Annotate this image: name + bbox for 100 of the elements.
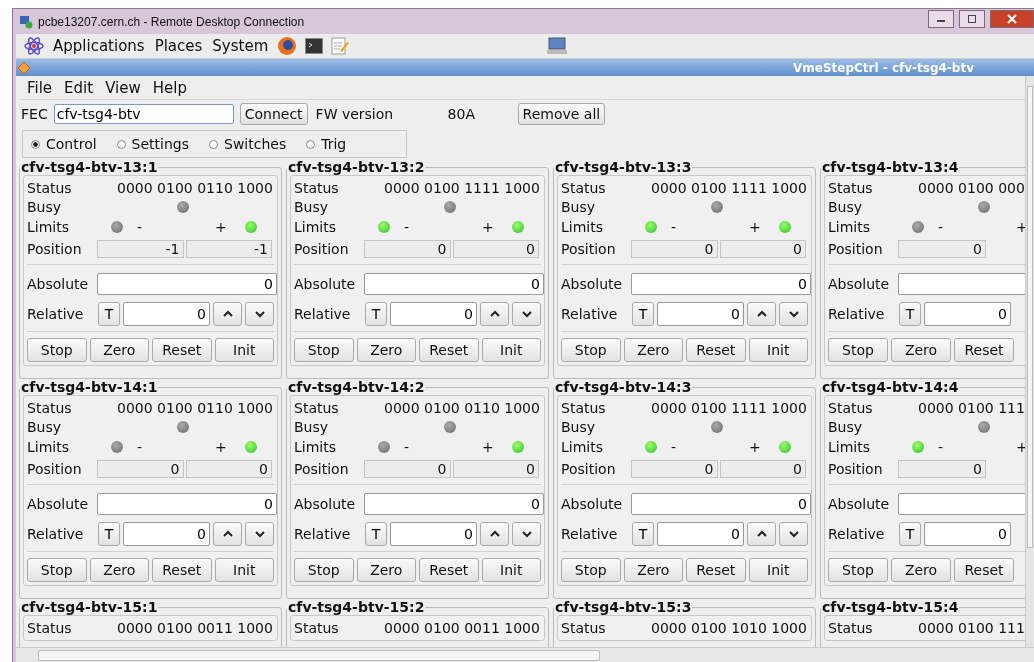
- axis-button[interactable]: Zero: [89, 558, 149, 582]
- menu-item[interactable]: Edit: [64, 78, 94, 97]
- relative-input-field[interactable]: 0: [123, 521, 210, 546]
- toggle-button[interactable]: T: [632, 521, 654, 546]
- menu-item[interactable]: View: [105, 78, 141, 97]
- step-down-button[interactable]: [245, 301, 274, 326]
- axis-button[interactable]: Reset: [152, 558, 212, 582]
- position-field: 0: [719, 459, 806, 478]
- toggle-button[interactable]: T: [98, 521, 120, 546]
- axis-button[interactable]: Stop: [27, 338, 87, 362]
- mode-radio[interactable]: Switches: [209, 136, 287, 152]
- axis-button[interactable]: Reset: [686, 338, 746, 362]
- step-down-button[interactable]: [245, 521, 274, 546]
- axis-button[interactable]: Init: [214, 558, 274, 582]
- axis-button[interactable]: Zero: [623, 558, 683, 582]
- close-icon: [1007, 13, 1017, 24]
- toggle-button[interactable]: T: [365, 301, 387, 326]
- axis-button[interactable]: Zero: [89, 338, 149, 362]
- axis-button[interactable]: Stop: [828, 338, 888, 362]
- relative-input-field[interactable]: 0: [390, 521, 477, 546]
- relative-input-field[interactable]: 0: [657, 301, 744, 326]
- axis-button[interactable]: Init: [481, 338, 541, 362]
- axis-button[interactable]: Zero: [356, 338, 416, 362]
- globe-icon[interactable]: [277, 36, 298, 56]
- status-label: Status: [561, 179, 607, 196]
- limits-label: Limits: [561, 219, 604, 235]
- remove-all-button[interactable]: Remove all: [517, 103, 606, 125]
- panel-menu[interactable]: Applications: [52, 37, 146, 55]
- monitor-icon[interactable]: [547, 37, 568, 55]
- axis-button[interactable]: Stop: [561, 558, 621, 582]
- step-up-button[interactable]: [747, 301, 776, 326]
- position-field: 0: [898, 239, 986, 258]
- axis-button[interactable]: Init: [214, 338, 274, 362]
- toggle-button[interactable]: T: [98, 301, 120, 326]
- axis-button[interactable]: Zero: [891, 558, 951, 582]
- maximize-button[interactable]: [959, 9, 985, 28]
- absolute-input-field[interactable]: [898, 273, 1025, 295]
- connect-button[interactable]: Connect: [239, 103, 308, 125]
- toggle-button[interactable]: T: [899, 301, 921, 326]
- fec-input-field[interactable]: cfv-tsg4-btv: [53, 104, 234, 124]
- axis-button[interactable]: Reset: [686, 558, 746, 582]
- menu-item[interactable]: Help: [152, 78, 187, 97]
- absolute-input-field[interactable]: 0: [364, 273, 544, 295]
- relative-label: Relative: [294, 305, 352, 322]
- step-up-button[interactable]: [480, 301, 509, 326]
- relative-input-field[interactable]: 0: [123, 301, 210, 326]
- relative-input-field[interactable]: 0: [924, 521, 1011, 546]
- vertical-scrollbar[interactable]: [1025, 76, 1034, 647]
- absolute-input-field[interactable]: 0: [631, 493, 811, 515]
- toggle-button[interactable]: T: [899, 521, 921, 546]
- step-up-button[interactable]: [213, 521, 242, 546]
- axis-button[interactable]: Reset: [419, 558, 479, 582]
- step-up-button[interactable]: [747, 521, 776, 546]
- step-down-button[interactable]: [779, 521, 808, 546]
- menu-item[interactable]: File: [27, 78, 53, 97]
- axis-button[interactable]: Reset: [419, 338, 479, 362]
- axis-button[interactable]: Reset: [954, 558, 1014, 582]
- panel-menu[interactable]: Places: [153, 37, 204, 55]
- axis-button[interactable]: Reset: [152, 338, 212, 362]
- axis-button[interactable]: Zero: [623, 338, 683, 362]
- axis-button[interactable]: Stop: [828, 558, 888, 582]
- axis-button[interactable]: Stop: [561, 338, 621, 362]
- plus-sign: +: [749, 439, 759, 455]
- minimize-button[interactable]: [928, 9, 954, 28]
- mode-radio[interactable]: Settings: [116, 136, 190, 152]
- absolute-input-field[interactable]: 0: [97, 273, 277, 295]
- step-down-button[interactable]: [512, 301, 541, 326]
- step-down-button[interactable]: [779, 301, 808, 326]
- absolute-input-field[interactable]: 0: [364, 493, 544, 515]
- step-down-button[interactable]: [512, 521, 541, 546]
- mode-radio[interactable]: Trig: [306, 136, 347, 152]
- caret-up-icon: [755, 529, 768, 538]
- step-up-button[interactable]: [480, 521, 509, 546]
- axis-button[interactable]: Reset: [954, 338, 1014, 362]
- axis-button[interactable]: Stop: [294, 558, 354, 582]
- relative-input-field[interactable]: 0: [390, 301, 477, 326]
- axis-button[interactable]: Stop: [27, 558, 87, 582]
- toggle-button[interactable]: T: [632, 301, 654, 326]
- absolute-input-field[interactable]: 0: [97, 493, 277, 515]
- terminal-icon[interactable]: [305, 38, 324, 54]
- relative-input-field[interactable]: 0: [924, 301, 1011, 326]
- step-up-button[interactable]: [213, 301, 242, 326]
- axis-button[interactable]: Init: [748, 338, 808, 362]
- horizontal-scrollbar[interactable]: [16, 647, 1034, 662]
- absolute-input-field[interactable]: [898, 493, 1025, 515]
- close-button[interactable]: [990, 9, 1034, 28]
- diamond-icon: [18, 61, 30, 74]
- axis-button[interactable]: Zero: [356, 558, 416, 582]
- atom-icon[interactable]: [24, 36, 44, 56]
- absolute-input-field[interactable]: 0: [631, 273, 811, 295]
- axis-button[interactable]: Init: [481, 558, 541, 582]
- axis-button[interactable]: Zero: [891, 338, 951, 362]
- panel-menu[interactable]: System: [211, 37, 270, 55]
- axis-button[interactable]: Init: [748, 558, 808, 582]
- toggle-button[interactable]: T: [365, 521, 387, 546]
- relative-input-field[interactable]: 0: [657, 521, 744, 546]
- status-value: 0000 0100 1111 1000: [384, 179, 540, 196]
- mode-radio[interactable]: Control: [31, 136, 97, 152]
- position-field: 0: [364, 459, 451, 478]
- axis-button[interactable]: Stop: [294, 338, 354, 362]
